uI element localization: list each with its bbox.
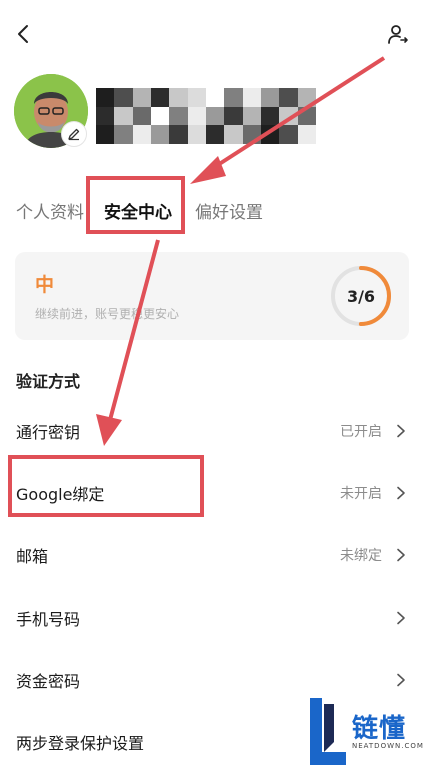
mosaic-cell: [242, 125, 261, 144]
mosaic-cell: [151, 106, 170, 126]
row-status: 未绑定: [340, 548, 382, 564]
mosaic-cell: [224, 125, 243, 144]
mosaic-cell: [206, 106, 225, 126]
mosaic-cell: [187, 106, 206, 126]
mosaic-cell: [279, 106, 298, 126]
mosaic-cell: [114, 106, 133, 126]
mosaic-cell: [224, 88, 243, 107]
mosaic-cell: [96, 106, 115, 126]
chevron-right-icon: [397, 611, 405, 625]
chevron-left-icon[interactable]: [12, 22, 36, 46]
watermark-logo: [310, 698, 346, 765]
mosaic-cell: [132, 106, 151, 126]
mosaic-cell: [261, 125, 280, 144]
mosaic-cell: [279, 88, 298, 107]
arrow-head-to-tab: [190, 156, 226, 184]
mosaic-cell: [169, 125, 188, 144]
mosaic-cell: [114, 125, 133, 144]
progress-label: 3/6: [346, 286, 376, 306]
mosaic-cell: [242, 106, 261, 126]
pencil-icon: [68, 128, 80, 141]
security-level-description: 继续前进，账号更稳更安心: [35, 307, 180, 321]
mosaic-cell: [132, 88, 151, 107]
mosaic-cell: [297, 125, 316, 144]
mosaic-cell: [297, 106, 316, 126]
mosaic-cell: [169, 106, 188, 126]
chevron-right-icon: [397, 486, 405, 500]
mosaic-cell: [297, 88, 316, 107]
mosaic-cell: [187, 125, 206, 144]
mosaic-cell: [169, 88, 188, 107]
mosaic-cell: [187, 88, 206, 107]
mosaic-cell: [151, 125, 170, 144]
row-label: 手机号码: [16, 610, 81, 629]
highlight-box-tab: [86, 176, 185, 234]
mosaic-cell: [206, 125, 225, 144]
watermark-text: 链懂: [352, 714, 407, 744]
row-label: 邮箱: [16, 547, 49, 566]
mosaic-cell: [151, 88, 170, 107]
mosaic-cell: [114, 88, 133, 107]
tab-preferences[interactable]: 偏好设置: [195, 198, 263, 223]
phone-row[interactable]: 手机号码: [0, 590, 424, 646]
security-level: 中: [35, 274, 55, 296]
mosaic-cell: [96, 125, 115, 144]
email-row[interactable]: 邮箱 未绑定: [0, 527, 424, 583]
highlight-box-google: [8, 455, 204, 517]
mosaic-cell: [261, 106, 280, 126]
top-bar: [0, 0, 424, 70]
row-status: 未开启: [340, 486, 382, 502]
account-switch-icon[interactable]: [386, 22, 410, 46]
mosaic-cell: [261, 88, 280, 107]
row-label: 资金密码: [16, 672, 81, 691]
chevron-right-icon: [397, 673, 405, 687]
tab-bar: 个人资料 安全中心 偏好设置: [0, 188, 424, 232]
mosaic-cell: [224, 106, 243, 126]
passkey-row[interactable]: 通行密钥 已开启: [0, 403, 424, 459]
mosaic-cell: [242, 88, 261, 107]
row-label: 通行密钥: [16, 423, 81, 442]
edit-avatar-button[interactable]: [61, 121, 87, 147]
chevron-right-icon: [397, 424, 405, 438]
mosaic-cell: [96, 88, 115, 107]
row-status: 已开启: [340, 424, 382, 440]
mosaic-cell: [279, 125, 298, 144]
mosaic-cell: [206, 88, 225, 107]
row-label: 两步登录保护设置: [16, 734, 145, 753]
watermark-subtext: NEATDOWN.COM: [352, 742, 424, 750]
chevron-right-icon: [397, 548, 405, 562]
section-title: 验证方式: [16, 372, 81, 391]
security-score-card: 中 继续前进，账号更稳更安心 3/6: [15, 252, 409, 340]
username-obscured: [96, 88, 316, 144]
tab-personal-info[interactable]: 个人资料: [16, 198, 84, 223]
mosaic-cell: [132, 125, 151, 144]
